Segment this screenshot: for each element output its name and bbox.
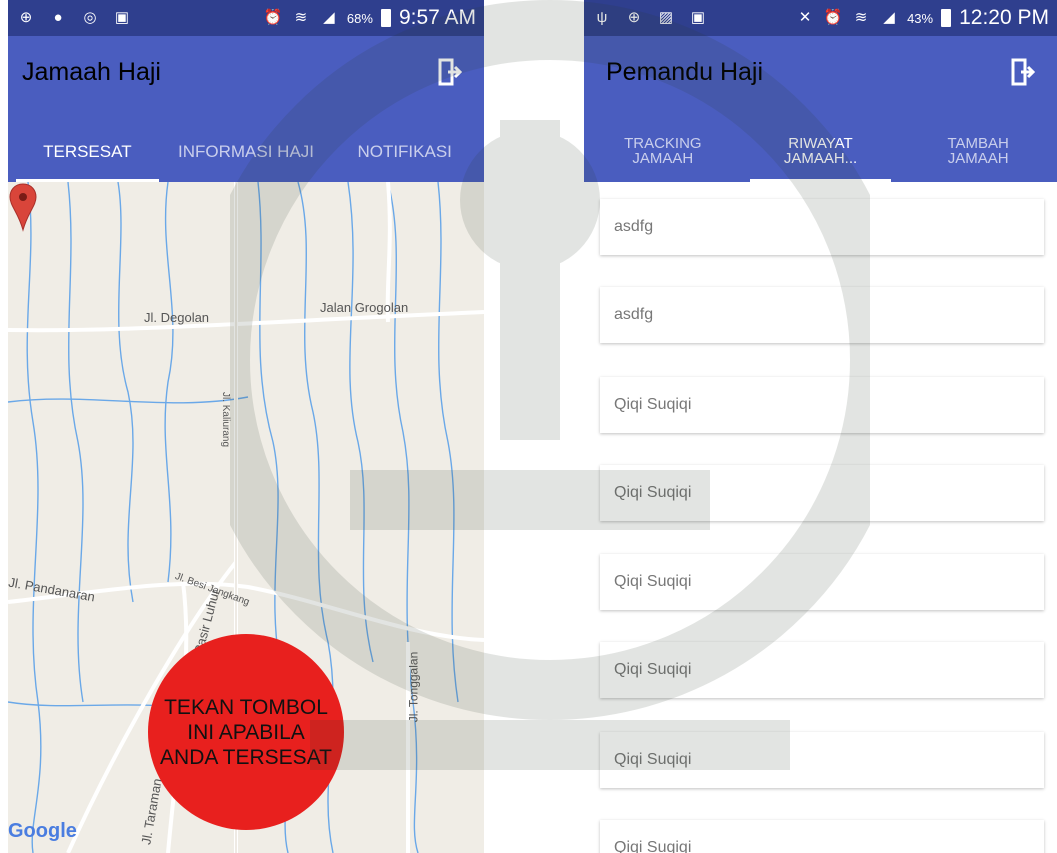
- screen-comparison: ⊕ ● ◎ ▣ ⏰ ≋ ◢ 68% 9:57 AM Jamaah Haji TE…: [0, 0, 1057, 853]
- mute-icon: ✕: [798, 9, 812, 26]
- tab-bar: TRACKING JAMAAH RIWAYAT JAMAAH... TAMBAH…: [584, 120, 1057, 182]
- list-item[interactable]: Qiqi Suqiqi: [600, 377, 1044, 433]
- tab-tracking-jamaah[interactable]: TRACKING JAMAAH: [584, 120, 742, 182]
- tab-tambah-jamaah[interactable]: TAMBAH JAMAAH: [899, 120, 1057, 182]
- app-title: Pemandu Haji: [606, 58, 764, 86]
- app-title: Jamaah Haji: [22, 58, 161, 86]
- battery-percentage: 68%: [346, 10, 373, 26]
- alarm-icon: ⏰: [823, 9, 843, 26]
- tab-notifikasi[interactable]: NOTIFIKASI: [325, 120, 484, 182]
- map-label-grogolan: Jalan Grogolan: [320, 300, 409, 315]
- panic-button-line2: INI APABILA: [187, 720, 305, 744]
- tab-label-line1: TRACKING: [624, 135, 702, 152]
- wifi-icon: ≋: [854, 9, 868, 26]
- gallery-icon: ▨: [658, 9, 674, 26]
- list-item[interactable]: Qiqi Suqiqi: [600, 732, 1044, 788]
- alarm-icon: ⏰: [263, 9, 283, 26]
- list-item[interactable]: Qiqi Suqiqi: [600, 465, 1044, 521]
- pemandu-haji-phone: ψ ⊕ ▨ ▣ ✕ ⏰ ≋ ◢ 43% 12:20 PM Pemandu Haj…: [584, 0, 1057, 853]
- map-label-tonggalan: Jl. Tonggalan: [406, 651, 421, 723]
- bbm-icon: ▣: [114, 9, 130, 26]
- tab-bar: TERSESAT INFORMASI HAJI NOTIFIKASI: [8, 120, 484, 182]
- jamaah-haji-phone: ⊕ ● ◎ ▣ ⏰ ≋ ◢ 68% 9:57 AM Jamaah Haji TE…: [8, 0, 484, 853]
- list-item[interactable]: Qiqi Suqiqi: [600, 642, 1044, 698]
- tab-informasi-haji[interactable]: INFORMASI HAJI: [167, 120, 326, 182]
- map-label-kaliurang: Jl. Kaliurang: [220, 391, 232, 448]
- tab-label-line2: JAMAAH: [947, 150, 1009, 167]
- status-clock: 12:20 PM: [959, 6, 1049, 29]
- list-item[interactable]: asdfg: [600, 199, 1044, 255]
- status-clock: 9:57 AM: [398, 6, 476, 29]
- panic-button-line1: TEKAN TOMBOL: [164, 695, 328, 719]
- location-icon: ⊕: [19, 9, 33, 26]
- app-bar: Jamaah Haji TERSESAT INFORMASI HAJI NOTI…: [8, 36, 484, 182]
- tab-tersesat[interactable]: TERSESAT: [8, 120, 167, 182]
- map-marker-icon[interactable]: [8, 182, 38, 232]
- panic-button-line3: ANDA TERSESAT: [160, 745, 332, 769]
- signal-icon: ◢: [883, 9, 895, 26]
- google-logo: Google: [8, 820, 77, 842]
- location-icon: ⊕: [627, 9, 641, 26]
- status-bar: ψ ⊕ ▨ ▣ ✕ ⏰ ≋ ◢ 43% 12:20 PM: [584, 0, 1057, 36]
- panic-button[interactable]: TEKAN TOMBOL INI APABILA ANDA TERSESAT: [148, 634, 344, 830]
- tab-riwayat-jamaah[interactable]: RIWAYAT JAMAAH...: [742, 120, 900, 182]
- tab-label-line1: TAMBAH: [947, 135, 1009, 152]
- tab-label-line2: JAMAAH: [632, 150, 694, 167]
- map-view[interactable]: Jl. Degolan Jalan Grogolan Jl. Kaliurang…: [8, 182, 484, 853]
- app-bar: Pemandu Haji TRACKING JAMAAH RIWAYAT JAM…: [584, 36, 1057, 182]
- list-item[interactable]: asdfg: [600, 287, 1044, 343]
- status-bar: ⊕ ● ◎ ▣ ⏰ ≋ ◢ 68% 9:57 AM: [8, 0, 484, 36]
- map-label-degolan: Jl. Degolan: [144, 310, 210, 325]
- battery-icon: [380, 9, 391, 27]
- battery-percentage: 43%: [907, 10, 934, 26]
- list-item[interactable]: Qiqi Suqiqi: [600, 554, 1044, 610]
- bbm-icon: ▣: [690, 9, 706, 26]
- wifi-icon: ≋: [294, 9, 308, 26]
- logout-icon[interactable]: [438, 58, 462, 86]
- jamaah-history-list: asdfg asdfg Qiqi Suqiqi Qiqi Suqiqi Qiqi…: [584, 182, 1057, 853]
- instagram-icon: ◎: [83, 9, 97, 26]
- logout-icon[interactable]: [1011, 58, 1035, 86]
- tab-label-line1: RIWAYAT: [788, 135, 853, 152]
- battery-icon: [941, 9, 952, 27]
- signal-icon: ◢: [323, 9, 335, 26]
- usb-icon: ψ: [596, 9, 608, 26]
- line-icon: ●: [53, 9, 63, 26]
- tab-label-line2: JAMAAH...: [783, 150, 858, 167]
- list-item[interactable]: Qiqi Suqiqi: [600, 820, 1044, 853]
